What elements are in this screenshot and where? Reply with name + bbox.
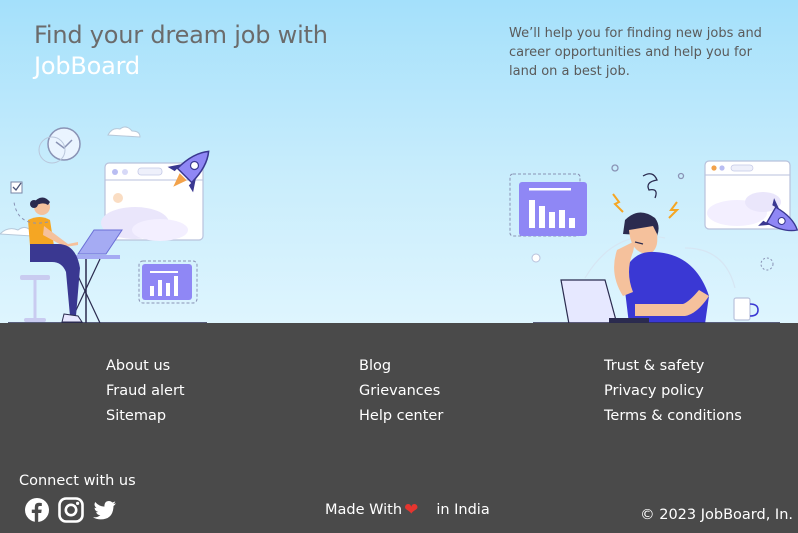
instagram-icon[interactable] [58,497,84,523]
footer-column-company: About us Fraud alert Sitemap [106,354,185,429]
made-with-love: Made With ❤ in India [325,500,490,520]
footer-link-terms-conditions[interactable]: Terms & conditions [604,404,742,429]
heart-icon: ❤ [404,500,419,520]
footer-link-help-center[interactable]: Help center [359,404,443,429]
twitter-icon[interactable] [92,497,118,523]
facebook-icon[interactable] [24,497,50,523]
chart-card-icon [509,173,587,237]
checkbox-icon [10,181,23,194]
connect-label: Connect with us [19,473,136,489]
man-figure [614,212,709,323]
social-links [24,497,118,523]
footer-link-trust-safety[interactable]: Trust & safety [604,354,742,379]
made-with-suffix: in India [436,502,490,518]
footer-link-about-us[interactable]: About us [106,354,185,379]
clock-icon [38,127,81,164]
footer-column-resources: Blog Grievances Help center [359,354,443,429]
copyright-text: © 2023 JobBoard, In. [640,507,793,523]
coffee-mug-icon [733,297,759,321]
footer-column-legal: Trust & safety Privacy policy Terms & co… [604,354,742,429]
hero-title: Find your dream job with JobBoard [34,20,328,82]
left-illustration [0,126,210,323]
cloud-icon [107,126,141,138]
hero-subtitle: We’ll help you for finding new jobs and … [509,26,762,79]
footer-link-blog[interactable]: Blog [359,354,443,379]
footer-link-privacy-policy[interactable]: Privacy policy [604,379,742,404]
hero-brand-name: JobBoard [34,52,140,80]
hero-banner: Find your dream job with JobBoard We’ll … [0,0,798,323]
made-with-prefix: Made With [325,502,403,518]
stress-scribble-icon [611,164,685,199]
hero-title-text: Find your dream job with [34,21,328,49]
footer-link-fraud-alert[interactable]: Fraud alert [106,379,185,404]
footer-link-sitemap[interactable]: Sitemap [106,404,185,429]
site-footer: About us Fraud alert Sitemap Blog Grieva… [0,323,798,533]
right-illustration [509,160,798,323]
footer-link-grievances[interactable]: Grievances [359,379,443,404]
chart-card-icon [138,260,198,304]
